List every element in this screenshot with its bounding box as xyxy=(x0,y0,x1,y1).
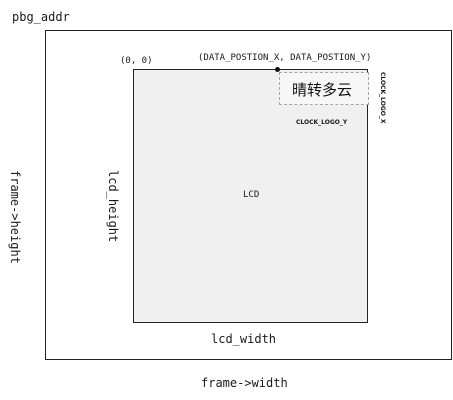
frame-height-label: frame->height xyxy=(8,170,22,264)
data-position-label: (DATA_POSTION_X, DATA_POSTION_Y) xyxy=(198,53,372,63)
frame-width-label: frame->width xyxy=(201,376,288,390)
lcd-label: LCD xyxy=(243,190,260,200)
clock-logo-y-label: CLOCK_LOGO_Y xyxy=(296,119,348,126)
pbg-addr-label: pbg_addr xyxy=(12,10,74,24)
lcd-height-label: lcd_height xyxy=(106,170,120,243)
lcd-width-label: lcd_width xyxy=(211,332,277,346)
clock-logo-x-label: CLOCK_LOGO_X xyxy=(379,72,386,124)
weather-text: 晴转多云 xyxy=(292,81,353,99)
origin-label: (0, 0) xyxy=(120,56,153,66)
